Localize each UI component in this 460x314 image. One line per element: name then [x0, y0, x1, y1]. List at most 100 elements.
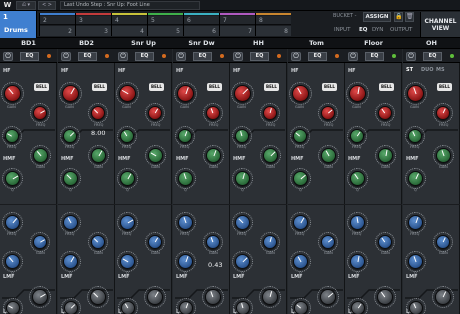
group-1-drums[interactable]: 1 Drums	[0, 11, 37, 38]
lf-freq-knob[interactable]	[64, 301, 78, 314]
lf-gain-knob[interactable]	[320, 289, 336, 305]
lmf-freq-knob[interactable]	[408, 215, 423, 230]
hf-gain-knob[interactable]	[292, 85, 309, 102]
group-slot-5[interactable]: 55	[147, 13, 183, 36]
hmf-gain-knob[interactable]	[263, 148, 278, 163]
hf-gain-knob[interactable]	[349, 85, 366, 102]
lmf-freq-knob[interactable]	[235, 215, 250, 230]
group-slot-2[interactable]: 22	[39, 13, 75, 36]
hmf-gain-knob[interactable]	[33, 148, 48, 163]
lmf-q-knob[interactable]	[235, 254, 250, 269]
power-icon[interactable]: ⏻	[118, 52, 128, 61]
lf-gain-knob[interactable]	[262, 289, 278, 305]
hf-bell-button[interactable]: BELL	[34, 83, 49, 91]
lmf-gain-knob[interactable]	[206, 235, 220, 249]
hf-bell-button[interactable]: BELL	[92, 83, 107, 91]
lock-icon[interactable]: 🔒	[394, 12, 403, 22]
hf-gain-knob[interactable]	[177, 85, 194, 102]
hf-freq-knob[interactable]	[91, 106, 105, 120]
power-icon[interactable]: ⏻	[406, 52, 416, 61]
hf-freq-knob[interactable]	[378, 106, 392, 120]
undo-redo-buttons[interactable]: < >	[38, 1, 56, 10]
hf-bell-button[interactable]: BELL	[437, 83, 452, 91]
lf-freq-knob[interactable]	[179, 301, 193, 314]
hmf-freq-knob[interactable]	[235, 129, 249, 143]
power-icon[interactable]: ⏻	[233, 52, 243, 61]
mode-duo-button[interactable]: DUO	[421, 67, 433, 73]
hmf-q-knob[interactable]	[63, 171, 78, 186]
hmf-gain-knob[interactable]	[206, 148, 221, 163]
lf-gain-knob[interactable]	[32, 289, 48, 305]
lmf-q-knob[interactable]	[293, 254, 308, 269]
tab-dyn[interactable]: DYN	[372, 27, 383, 33]
lmf-freq-knob[interactable]	[350, 215, 365, 230]
hmf-q-knob[interactable]	[120, 171, 135, 186]
hmf-gain-knob[interactable]	[436, 148, 451, 163]
hmf-q-knob[interactable]	[178, 171, 193, 186]
channel-name-5[interactable]: Tom	[288, 38, 345, 49]
channel-name-1[interactable]: BD2	[58, 38, 115, 49]
lf-gain-knob[interactable]	[435, 289, 451, 305]
hf-freq-knob[interactable]	[263, 106, 277, 120]
lmf-freq-knob[interactable]	[120, 215, 135, 230]
power-icon[interactable]: ⏻	[291, 52, 301, 61]
eq-toggle-button[interactable]: EQ	[423, 52, 442, 61]
hmf-freq-knob[interactable]	[350, 129, 364, 143]
eq-toggle-button[interactable]: EQ	[365, 52, 384, 61]
hmf-freq-knob[interactable]	[63, 129, 77, 143]
hf-freq-knob[interactable]	[206, 106, 220, 120]
tab-output[interactable]: OUTPUT	[390, 27, 412, 33]
trash-icon[interactable]: 🗑	[405, 12, 414, 22]
channel-name-4[interactable]: HH	[230, 38, 287, 49]
hmf-gain-knob[interactable]	[321, 148, 336, 163]
eq-toggle-button[interactable]: EQ	[308, 52, 327, 61]
hf-bell-button[interactable]: BELL	[379, 83, 394, 91]
lmf-gain-knob[interactable]	[33, 235, 47, 249]
channel-name-2[interactable]: Snr Up	[115, 38, 172, 49]
lf-freq-knob[interactable]	[351, 301, 365, 314]
hmf-freq-knob[interactable]	[178, 129, 192, 143]
power-icon[interactable]: ⏻	[176, 52, 186, 61]
hmf-freq-knob[interactable]	[408, 129, 422, 143]
hf-freq-knob[interactable]	[321, 106, 335, 120]
eq-toggle-button[interactable]: EQ	[193, 52, 212, 61]
lmf-gain-knob[interactable]	[436, 235, 450, 249]
hmf-q-knob[interactable]	[5, 171, 20, 186]
power-icon[interactable]: ⏻	[61, 52, 71, 61]
lf-gain-knob[interactable]	[377, 289, 393, 305]
lf-freq-knob[interactable]	[409, 301, 423, 314]
lf-freq-knob[interactable]	[294, 301, 308, 314]
hf-bell-button[interactable]: BELL	[149, 83, 164, 91]
hf-freq-knob[interactable]	[33, 106, 47, 120]
hmf-gain-knob[interactable]	[148, 148, 163, 163]
group-slot-7[interactable]: 77	[219, 13, 255, 36]
hmf-q-knob[interactable]	[293, 171, 308, 186]
preset-menu-button[interactable]: ⎌ ▾	[16, 1, 36, 10]
hmf-gain-knob[interactable]	[91, 148, 106, 163]
eq-toggle-button[interactable]: EQ	[135, 52, 154, 61]
mode-st-button[interactable]: ST	[406, 67, 413, 73]
hmf-freq-knob[interactable]	[120, 129, 134, 143]
lmf-q-knob[interactable]	[178, 254, 193, 269]
lmf-freq-knob[interactable]	[5, 215, 20, 230]
lmf-freq-knob[interactable]	[63, 215, 78, 230]
hf-bell-button[interactable]: BELL	[264, 83, 279, 91]
hmf-q-knob[interactable]	[235, 171, 250, 186]
lmf-gain-knob[interactable]	[91, 235, 105, 249]
group-slot-4[interactable]: 44	[111, 13, 147, 36]
hf-gain-knob[interactable]	[119, 85, 136, 102]
tab-input[interactable]: INPUT	[334, 27, 350, 33]
lf-gain-knob[interactable]	[90, 289, 106, 305]
lmf-gain-knob[interactable]	[148, 235, 162, 249]
lf-gain-knob[interactable]	[147, 289, 163, 305]
eq-toggle-button[interactable]: EQ	[78, 52, 97, 61]
power-icon[interactable]: ⏻	[348, 52, 358, 61]
hmf-q-knob[interactable]	[350, 171, 365, 186]
lmf-gain-knob[interactable]	[263, 235, 277, 249]
eq-toggle-button[interactable]: EQ	[250, 52, 269, 61]
channel-name-6[interactable]: Floor	[345, 38, 402, 49]
eq-toggle-button[interactable]: EQ	[20, 52, 39, 61]
lf-freq-knob[interactable]	[121, 301, 135, 314]
assign-button[interactable]: ASSIGN	[363, 12, 391, 22]
power-icon[interactable]: ⏻	[3, 52, 13, 61]
